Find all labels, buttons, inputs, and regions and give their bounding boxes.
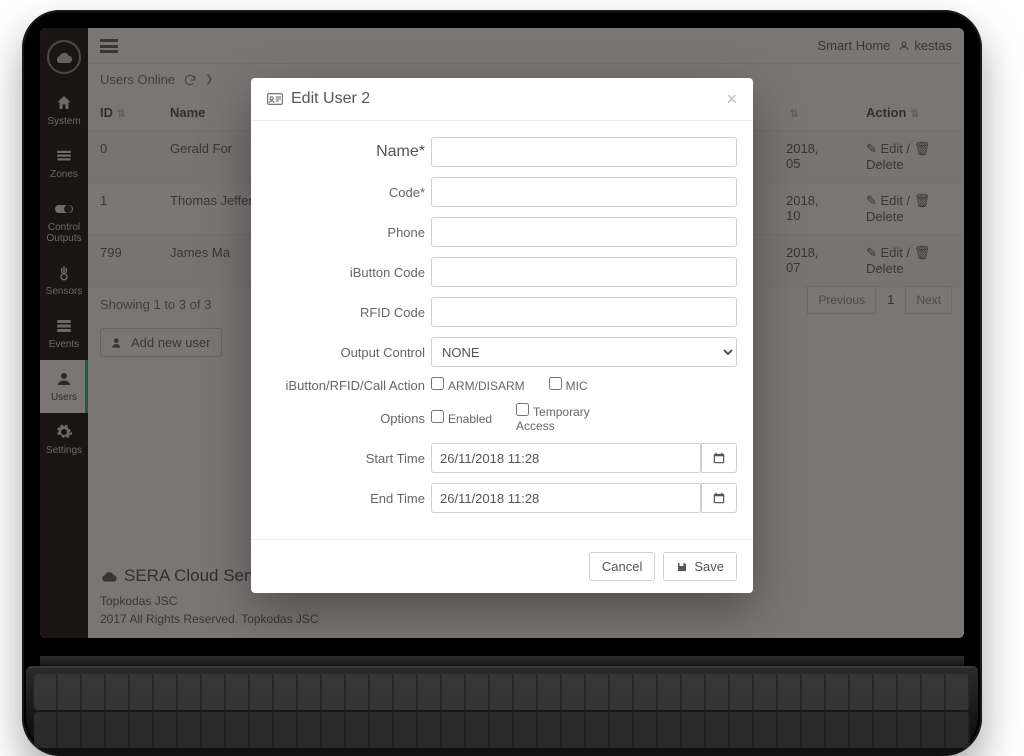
label-options: Options [267,411,431,426]
enabled-option[interactable]: Enabled [431,410,492,426]
edit-user-modal: Edit User 2 × Name* Code* Phone iButton … [251,78,753,593]
label-phone: Phone [267,225,431,240]
label-ibutton: iButton Code [267,265,431,280]
calendar-icon [712,491,726,505]
arm-disarm-checkbox[interactable] [431,377,444,390]
enabled-checkbox[interactable] [431,410,444,423]
label-output: Output Control [267,345,431,360]
calendar-icon [712,451,726,465]
end-time-field[interactable] [431,483,701,513]
ibutton-field[interactable] [431,257,737,287]
temp-access-option[interactable]: Temporary Access [516,403,616,433]
label-rfid: RFID Code [267,305,431,320]
cancel-button[interactable]: Cancel [589,552,655,581]
tablet-device: System Zones Control Outputs Sensors [22,10,982,756]
mic-option[interactable]: MIC [549,377,588,393]
phone-field[interactable] [431,217,737,247]
modal-title: Edit User 2 [291,90,370,108]
label-code: Code* [267,185,431,200]
save-icon [676,561,688,573]
device-keyboard [26,666,978,756]
end-time-picker-button[interactable] [701,483,737,513]
mic-checkbox[interactable] [549,377,562,390]
close-icon[interactable]: × [726,90,737,108]
id-card-icon [267,93,283,105]
label-name: Name* [376,143,425,160]
start-time-field[interactable] [431,443,701,473]
label-action: iButton/RFID/Call Action [267,378,431,393]
label-end: End Time [267,491,431,506]
code-field[interactable] [431,177,737,207]
output-select[interactable]: NONE [431,337,737,367]
start-time-picker-button[interactable] [701,443,737,473]
arm-disarm-option[interactable]: ARM/DISARM [431,377,525,393]
rfid-field[interactable] [431,297,737,327]
label-start: Start Time [267,451,431,466]
save-button[interactable]: Save [663,552,737,581]
name-field[interactable] [431,137,737,167]
temp-access-checkbox[interactable] [516,403,529,416]
